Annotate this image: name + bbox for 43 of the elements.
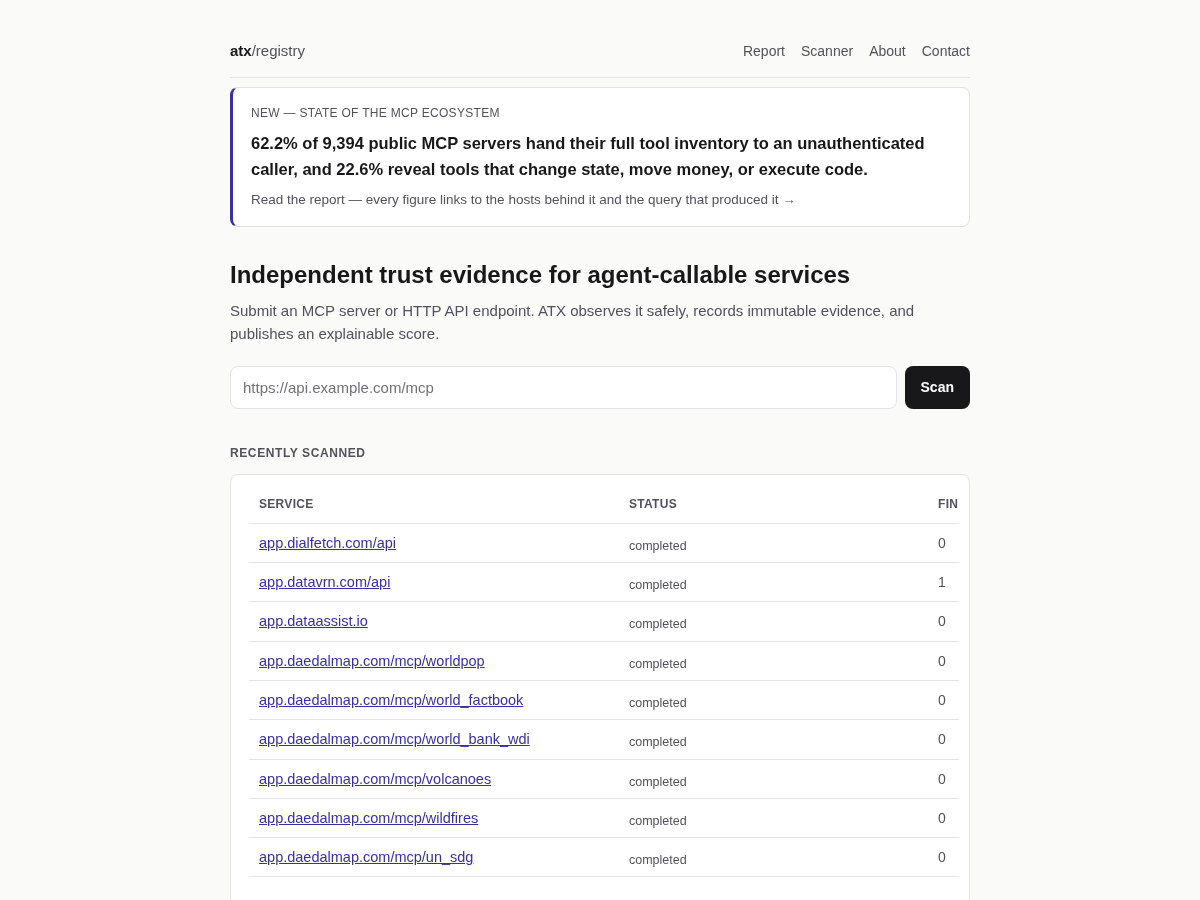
nav-link[interactable]: Report <box>742 40 785 62</box>
status-text: completed <box>629 813 687 828</box>
status-text: completed <box>629 735 687 750</box>
findings-count: 0 <box>938 809 946 826</box>
status-text: completed <box>629 656 687 671</box>
findings-count: 0 <box>938 692 946 709</box>
findings-count: 0 <box>938 731 946 748</box>
status-text: completed <box>629 695 687 710</box>
service-link[interactable]: app.daedalmap.com/mcp/worldpop <box>259 652 485 669</box>
service-link[interactable]: app.daedalmap.com/mcp/wildfires <box>259 809 479 826</box>
status-text: completed <box>629 617 687 632</box>
status-text: completed <box>629 853 687 868</box>
service-link[interactable]: app.daedalmap.com/mcp/world_bank_wdi <box>259 731 530 748</box>
column-header: STATUS <box>629 496 678 511</box>
nav-link[interactable]: Scanner <box>801 40 854 62</box>
section-label: RECENTLY SCANNED <box>230 444 367 462</box>
brand-logo[interactable]: atx/registry <box>230 40 306 63</box>
nav-link[interactable]: About <box>869 40 906 62</box>
status-text: completed <box>629 578 687 593</box>
service-link[interactable]: app.daedalmap.com/mcp/world_factbook <box>259 692 524 709</box>
report-link[interactable]: Read the report — every figure links to the hosts behind it and the query that produced it → <box>251 189 951 210</box>
findings-count: 0 <box>938 849 946 866</box>
scan-button[interactable]: Scan <box>904 365 970 409</box>
findings-count: 0 <box>938 652 946 669</box>
page-description: Submit an MCP server or HTTP API endpoint. ATX observes it safely, records immutable evidence, and publishes an explainable score. <box>230 300 916 344</box>
service-link[interactable]: app.datavrn.com/api <box>259 574 391 591</box>
announcement-eyebrow: NEW — STATE OF THE MCP ECOSYSTEM <box>251 104 501 122</box>
status-text: completed <box>629 538 687 553</box>
page-heading: Independent trust evidence for agent-callable services <box>230 259 852 290</box>
findings-count: 0 <box>938 770 946 787</box>
announcement-headline: 62.2% of 9,394 public MCP servers hand their full tool inventory to an unauthenticated caller, and 22.6% reveal tools that change state, move money, or execute code. <box>251 132 926 180</box>
findings-count: 0 <box>938 613 946 630</box>
findings-count: 1 <box>938 574 946 591</box>
service-link[interactable]: app.daedalmap.com/mcp/un_sdg <box>259 849 474 866</box>
column-header: SERVICE <box>259 496 314 511</box>
service-link[interactable]: app.dataassist.io <box>259 613 368 630</box>
nav-link[interactable]: Contact <box>921 40 970 62</box>
url-input-field[interactable]: https://api.example.com/mcp <box>230 365 897 409</box>
findings-count: 0 <box>938 534 946 551</box>
service-link[interactable]: app.daedalmap.com/mcp/volcanoes <box>259 770 492 787</box>
status-text: completed <box>629 774 687 789</box>
service-link[interactable]: app.dialfetch.com/api <box>259 534 397 551</box>
column-header: FIN <box>938 496 959 511</box>
